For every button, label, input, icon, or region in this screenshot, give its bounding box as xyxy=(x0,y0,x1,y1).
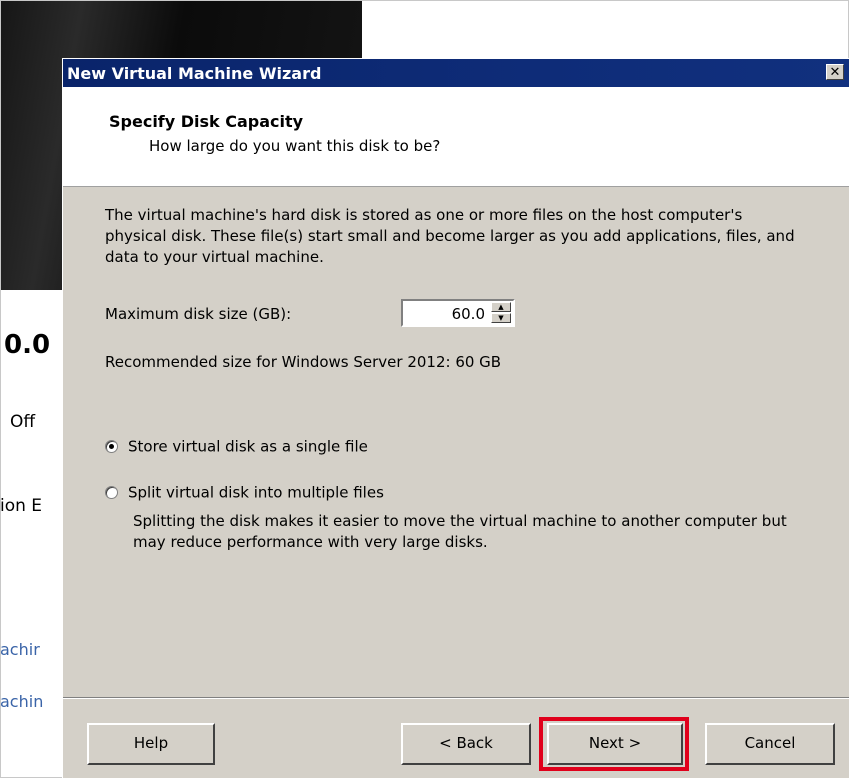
help-button[interactable]: Help xyxy=(87,723,215,765)
background-edition-text: ion E xyxy=(0,496,43,516)
wizard-header: Specify Disk Capacity How large do you w… xyxy=(63,87,849,187)
dialog-titlebar[interactable]: New Virtual Machine Wizard ✕ xyxy=(63,59,849,87)
single-file-radio[interactable] xyxy=(105,440,118,453)
multiple-files-label[interactable]: Split virtual disk into multiple files xyxy=(128,484,384,502)
multiple-files-option[interactable]: Split virtual disk into multiple files xyxy=(105,483,384,502)
disk-description: The virtual machine's hard disk is store… xyxy=(105,206,795,266)
radio-selected-dot xyxy=(109,444,114,449)
spin-up-button[interactable]: ▲ xyxy=(491,302,511,312)
close-button[interactable]: ✕ xyxy=(826,64,844,80)
background-link[interactable]: achir xyxy=(0,640,62,659)
arrow-down-icon: ▼ xyxy=(498,314,504,322)
spin-down-button[interactable]: ▼ xyxy=(491,313,511,323)
background-version-text: 0.0 xyxy=(4,330,51,360)
footer-divider xyxy=(63,697,849,699)
single-file-label[interactable]: Store virtual disk as a single file xyxy=(128,438,368,456)
disk-size-label: Maximum disk size (GB): xyxy=(105,305,292,323)
disk-size-input[interactable]: 60.0 xyxy=(452,305,485,323)
single-file-option[interactable]: Store virtual disk as a single file xyxy=(105,437,368,456)
dialog-title: New Virtual Machine Wizard xyxy=(67,64,322,83)
recommended-size-text: Recommended size for Windows Server 2012… xyxy=(105,353,502,371)
wizard-content: The virtual machine's hard disk is store… xyxy=(63,187,849,697)
close-icon: ✕ xyxy=(829,65,841,80)
cancel-button[interactable]: Cancel xyxy=(705,723,835,765)
new-vm-wizard-dialog: New Virtual Machine Wizard ✕ Specify Dis… xyxy=(62,58,849,778)
background-link[interactable]: achin xyxy=(0,692,62,711)
arrow-up-icon: ▲ xyxy=(498,303,504,311)
multiple-files-radio[interactable] xyxy=(105,486,118,499)
back-button[interactable]: < Back xyxy=(401,723,531,765)
next-button[interactable]: Next > xyxy=(547,723,683,765)
step-subtitle: How large do you want this disk to be? xyxy=(149,137,441,155)
step-title: Specify Disk Capacity xyxy=(109,112,304,131)
disk-size-stepper[interactable]: 60.0 ▲ ▼ xyxy=(401,299,515,327)
split-disk-note: Splitting the disk makes it easier to mo… xyxy=(133,512,787,551)
